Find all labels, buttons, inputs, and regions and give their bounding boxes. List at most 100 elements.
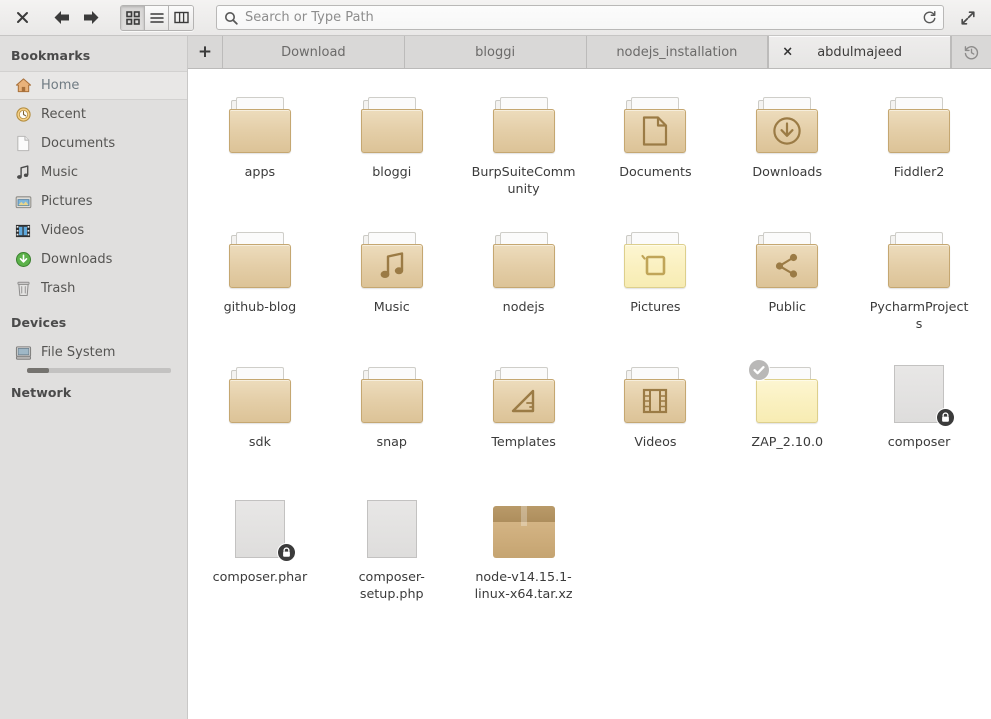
new-tab-button[interactable]: + — [188, 36, 223, 68]
file-item[interactable]: snap — [326, 353, 458, 488]
music-note-icon — [14, 164, 32, 182]
sidebar-item-label: Music — [41, 165, 78, 180]
file-name-label: Music — [373, 299, 410, 314]
sidebar: Bookmarks Home Recent Documents Music Pi… — [0, 36, 188, 719]
file-icon — [751, 226, 823, 288]
file-name-label: Public — [768, 299, 807, 314]
home-icon — [14, 77, 32, 95]
file-icon — [224, 91, 296, 153]
file-icon — [883, 361, 956, 427]
archive-box-icon — [492, 506, 555, 558]
tab-abdulmajeed[interactable]: × abdulmajeed — [768, 36, 951, 68]
sidebar-item-documents[interactable]: Documents — [0, 129, 187, 158]
video-film-icon — [14, 222, 32, 240]
tab-label: nodejs_installation — [616, 44, 738, 60]
file-name-label: apps — [244, 164, 276, 179]
file-item[interactable]: BurpSuiteCommunity — [458, 83, 590, 218]
search-input[interactable] — [238, 10, 919, 25]
view-mode-group — [120, 4, 194, 31]
sidebar-item-trash[interactable]: Trash — [0, 274, 187, 303]
document-icon — [625, 110, 685, 152]
expand-icon[interactable] — [955, 5, 981, 31]
icon-view-button[interactable] — [121, 5, 145, 30]
back-arrow-icon[interactable] — [46, 5, 76, 31]
folder-icon — [491, 367, 557, 423]
reload-icon[interactable] — [919, 8, 939, 28]
file-item[interactable]: Videos — [589, 353, 721, 488]
toolbar — [0, 0, 991, 36]
tab-label: bloggi — [475, 44, 516, 60]
php-file-icon — [234, 500, 296, 562]
folder-icon — [622, 97, 688, 153]
tab-label: abdulmajeed — [817, 44, 903, 60]
tab-close-icon[interactable]: × — [782, 45, 793, 60]
tab-bloggi[interactable]: bloggi — [405, 36, 587, 68]
file-item[interactable]: ZAP_2.10.0 — [721, 353, 853, 488]
sidebar-item-pictures[interactable]: Pictures — [0, 187, 187, 216]
file-name-label: composer.phar — [212, 569, 308, 584]
file-item[interactable]: Pictures — [589, 218, 721, 353]
file-item[interactable]: composer — [853, 353, 985, 488]
close-icon[interactable] — [8, 5, 36, 31]
window-body: Bookmarks Home Recent Documents Music Pi… — [0, 36, 991, 719]
file-item[interactable]: Documents — [589, 83, 721, 218]
file-item[interactable]: Music — [326, 218, 458, 353]
sidebar-item-downloads[interactable]: Downloads — [0, 245, 187, 274]
sidebar-item-label: Downloads — [41, 252, 113, 267]
file-item[interactable]: composer-setup.php — [326, 488, 458, 623]
search-bar[interactable] — [216, 5, 944, 30]
file-name-label: Pictures — [630, 299, 681, 314]
file-name-label: BurpSuiteCommunity — [471, 164, 576, 196]
file-item[interactable]: composer.phar — [194, 488, 326, 623]
sidebar-item-file-system[interactable]: File System — [0, 338, 187, 367]
file-name-label: PycharmProjects — [869, 299, 969, 331]
column-view-button[interactable] — [169, 5, 193, 30]
tab-download[interactable]: Download — [223, 36, 405, 68]
file-item[interactable]: Templates — [458, 353, 590, 488]
file-item[interactable]: sdk — [194, 353, 326, 488]
file-icon — [356, 496, 428, 558]
file-icon — [356, 226, 428, 288]
file-name-label: ZAP_2.10.0 — [751, 434, 824, 449]
sidebar-item-label: Documents — [41, 136, 116, 151]
file-grid-area[interactable]: apps bloggi BurpSuiteCommunity Documents Dow… — [188, 69, 991, 719]
tab-nodejs-installation[interactable]: nodejs_installation — [587, 36, 769, 68]
file-item[interactable]: Fiddler2 — [853, 83, 985, 218]
file-item[interactable]: bloggi — [326, 83, 458, 218]
file-name-label: snap — [376, 434, 407, 449]
tab-label: Download — [281, 44, 346, 60]
file-item[interactable]: github-blog — [194, 218, 326, 353]
file-item[interactable]: apps — [194, 83, 326, 218]
file-item[interactable]: PycharmProjects — [853, 218, 985, 353]
file-icon — [883, 91, 955, 153]
share-icon — [757, 245, 817, 287]
sidebar-section-network-title: Network — [11, 385, 72, 400]
file-item[interactable]: node-v14.15.1-linux-x64.tar.xz — [458, 488, 590, 623]
file-grid: apps bloggi BurpSuiteCommunity Documents Dow… — [194, 83, 985, 623]
music-note-icon — [362, 245, 422, 287]
folder-icon — [748, 359, 820, 423]
file-item[interactable]: Downloads — [721, 83, 853, 218]
folder-icon — [622, 232, 688, 288]
folder-icon — [491, 232, 557, 288]
file-item[interactable]: Public — [721, 218, 853, 353]
file-icon — [356, 91, 428, 153]
folder-icon — [754, 97, 820, 153]
file-item[interactable]: nodejs — [458, 218, 590, 353]
sidebar-item-music[interactable]: Music — [0, 158, 187, 187]
sidebar-item-home[interactable]: Home — [0, 71, 187, 100]
sidebar-item-label: Trash — [41, 281, 76, 296]
document-icon — [14, 135, 32, 153]
lock-badge-icon — [276, 543, 296, 562]
file-name-label: sdk — [248, 434, 271, 449]
sidebar-item-videos[interactable]: Videos — [0, 216, 187, 245]
tab-bar: + Download bloggi nodejs_installation × … — [188, 36, 991, 69]
php-file-icon — [366, 500, 417, 558]
list-view-button[interactable] — [145, 5, 169, 30]
file-icon — [883, 226, 955, 288]
sidebar-item-recent[interactable]: Recent — [0, 100, 187, 129]
file-icon — [224, 496, 296, 562]
forward-arrow-icon[interactable] — [76, 5, 106, 31]
history-icon[interactable] — [951, 36, 991, 68]
file-icon — [356, 361, 428, 423]
